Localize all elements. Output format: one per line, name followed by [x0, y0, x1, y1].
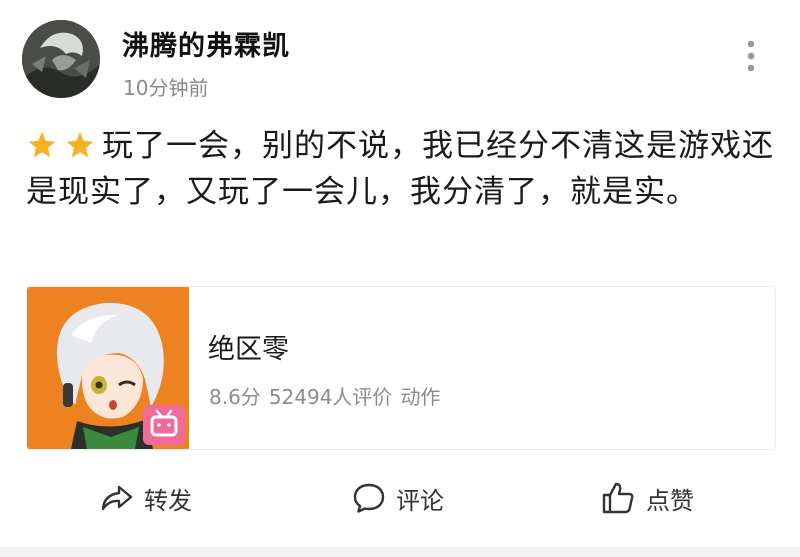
like-button[interactable]: 点赞 [600, 478, 694, 518]
post-text: 玩了一会，别的不说，我已经分不清这是游戏还是现实了，又玩了一会儿，我分清了，就是… [26, 128, 774, 210]
avatar[interactable] [22, 20, 100, 98]
post-time: 10分钟前 [123, 76, 209, 100]
more-options-button[interactable] [736, 36, 766, 76]
app-name[interactable]: 绝区零 [208, 327, 289, 366]
more-vertical-icon [747, 40, 755, 72]
app-genre: 动作 [400, 385, 441, 409]
share-label: 转发 [144, 486, 192, 515]
share-button[interactable]: 转发 [100, 478, 192, 518]
comment-icon [353, 483, 385, 513]
post-card: 沸腾的弗霖凯 10分钟前 玩了一会，别的不说，我已经分不清这是游戏还是现实了，又… [0, 0, 800, 557]
star-icon [28, 131, 56, 158]
bilibili-tv-icon [143, 405, 185, 445]
app-score: 8.6分 [209, 385, 261, 409]
share-icon [101, 485, 133, 511]
bottom-divider [0, 547, 800, 557]
avatar-image [22, 20, 100, 98]
star-icon [66, 131, 94, 158]
comment-button[interactable]: 评论 [352, 478, 444, 518]
author-name[interactable]: 沸腾的弗霖凯 [122, 24, 290, 63]
app-meta: 8.6分 52494人评价 动作 [209, 381, 448, 410]
thumbs-up-icon [602, 482, 634, 514]
app-card[interactable]: 绝区零 8.6分 52494人评价 动作 [26, 286, 776, 450]
comment-label: 评论 [396, 486, 444, 515]
app-cover-image [27, 287, 189, 449]
app-reviews: 52494人评价 [268, 385, 393, 409]
post-content: 玩了一会，别的不说，我已经分不清这是游戏还是现实了，又玩了一会儿，我分清了，就是… [26, 123, 778, 215]
like-label: 点赞 [646, 486, 694, 515]
